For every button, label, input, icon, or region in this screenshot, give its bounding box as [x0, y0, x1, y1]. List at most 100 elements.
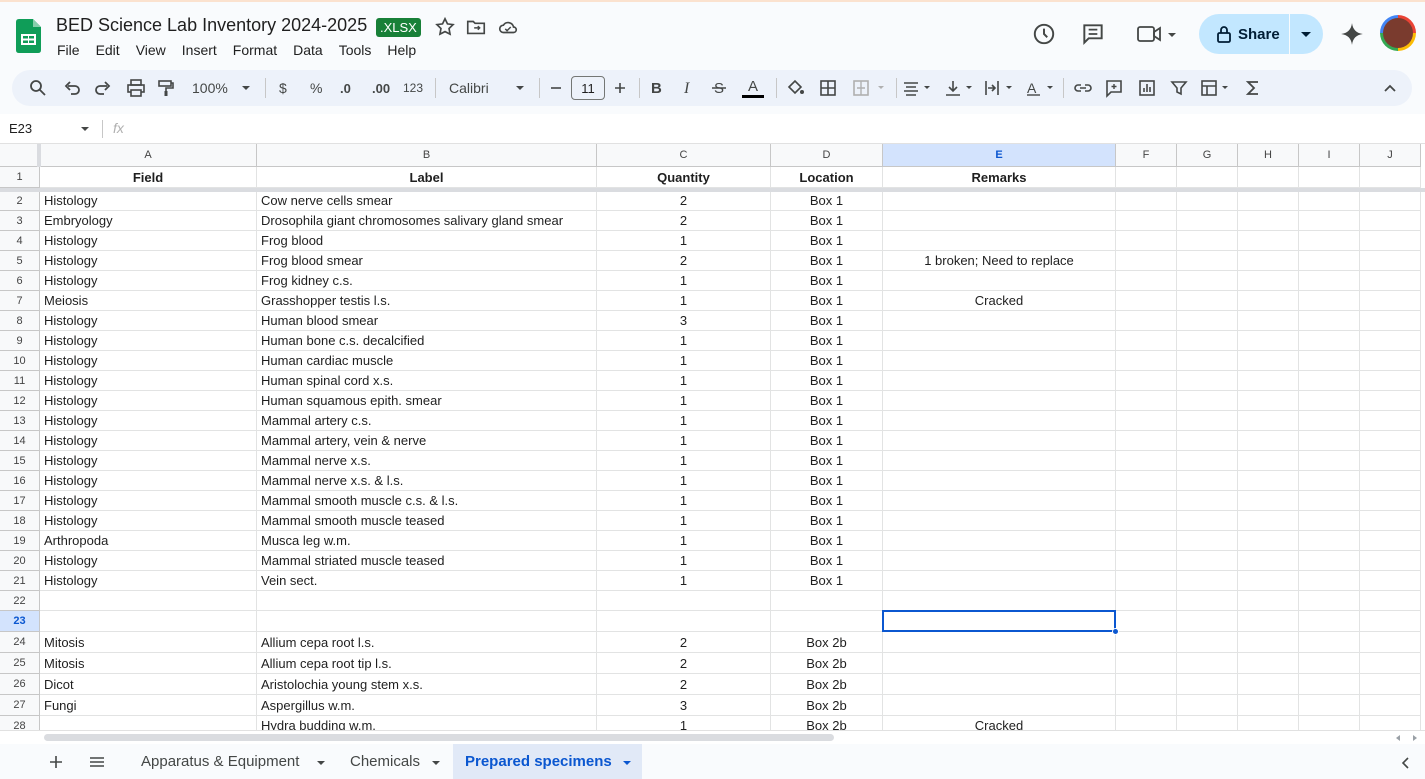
table-cell[interactable]: 1	[597, 291, 771, 311]
font-size-input[interactable]: 11	[571, 76, 605, 100]
frozen-row-divider[interactable]	[0, 188, 1425, 192]
tab-dropdown-icon[interactable]	[622, 759, 632, 767]
header-cell[interactable]	[1360, 167, 1421, 188]
table-cell[interactable]	[1238, 371, 1299, 391]
gemini-icon[interactable]	[1339, 21, 1365, 47]
frozen-column-divider[interactable]	[37, 144, 41, 167]
table-cell[interactable]	[1360, 716, 1421, 730]
horizontal-scrollbar[interactable]	[0, 730, 1425, 744]
row-header[interactable]: 3	[0, 211, 40, 231]
table-cell[interactable]	[1360, 653, 1421, 674]
column-header-f[interactable]: F	[1116, 144, 1177, 167]
meet-icon[interactable]	[1136, 21, 1178, 47]
table-cell[interactable]	[1238, 471, 1299, 491]
table-cell[interactable]: 2	[597, 653, 771, 674]
table-cell[interactable]	[771, 611, 883, 632]
table-cell[interactable]: Drosophila giant chromosomes salivary gl…	[257, 211, 597, 231]
table-cell[interactable]: 2	[597, 674, 771, 695]
table-cell[interactable]	[1177, 716, 1238, 730]
table-cell[interactable]: 3	[597, 695, 771, 716]
table-cell[interactable]	[1238, 191, 1299, 211]
row-header[interactable]: 4	[0, 231, 40, 251]
table-cell[interactable]: Histology	[40, 191, 257, 211]
table-cell[interactable]	[1238, 716, 1299, 730]
table-cell[interactable]: Histology	[40, 311, 257, 331]
table-cell[interactable]	[883, 371, 1116, 391]
table-cell[interactable]: Box 1	[771, 551, 883, 571]
zoom-select[interactable]: 100%	[192, 78, 228, 98]
table-cell[interactable]: Aristolochia young stem x.s.	[257, 674, 597, 695]
table-cell[interactable]: Cow nerve cells smear	[257, 191, 597, 211]
row-header[interactable]: 23	[0, 611, 40, 632]
table-cell[interactable]	[1177, 391, 1238, 411]
table-cell[interactable]	[1177, 311, 1238, 331]
table-cell[interactable]	[883, 551, 1116, 571]
column-header-e[interactable]: E	[883, 144, 1116, 167]
table-cell[interactable]: Fungi	[40, 695, 257, 716]
table-cell[interactable]: Box 1	[771, 191, 883, 211]
table-cell[interactable]	[1360, 491, 1421, 511]
table-cell[interactable]	[1238, 551, 1299, 571]
column-header-d[interactable]: D	[771, 144, 883, 167]
table-cell[interactable]	[1116, 611, 1177, 632]
table-cell[interactable]	[1116, 451, 1177, 471]
format-currency-button[interactable]: $	[279, 78, 287, 98]
table-cell[interactable]	[1116, 551, 1177, 571]
table-cell[interactable]	[1238, 491, 1299, 511]
table-cell[interactable]	[1177, 571, 1238, 591]
table-cell[interactable]	[1299, 511, 1360, 531]
table-cell[interactable]: Human bone c.s. decalcified	[257, 331, 597, 351]
table-cell[interactable]	[1238, 351, 1299, 371]
table-cell[interactable]: 1	[597, 351, 771, 371]
table-cell[interactable]	[1116, 431, 1177, 451]
table-cell[interactable]: 1	[597, 571, 771, 591]
table-cell[interactable]	[1299, 331, 1360, 351]
table-cell[interactable]: Box 1	[771, 451, 883, 471]
table-cell[interactable]	[1360, 311, 1421, 331]
select-all-corner[interactable]	[0, 144, 40, 167]
table-cell[interactable]: Cracked	[883, 716, 1116, 730]
share-dropdown-icon[interactable]	[1300, 29, 1312, 39]
fill-handle[interactable]	[1112, 628, 1119, 635]
account-avatar[interactable]	[1380, 15, 1416, 51]
table-cell[interactable]: Aspergillus w.m.	[257, 695, 597, 716]
table-cell[interactable]	[1360, 695, 1421, 716]
scroll-right-icon[interactable]	[1411, 734, 1419, 742]
table-cell[interactable]: Frog kidney c.s.	[257, 271, 597, 291]
table-cell[interactable]: Dicot	[40, 674, 257, 695]
insert-link-icon[interactable]	[1073, 78, 1093, 98]
row-header[interactable]: 5	[0, 251, 40, 271]
table-cell[interactable]: 1	[597, 391, 771, 411]
table-cell[interactable]: Mammal smooth muscle teased	[257, 511, 597, 531]
row-header[interactable]: 1	[0, 167, 40, 188]
table-cell[interactable]: Mammal striated muscle teased	[257, 551, 597, 571]
table-cell[interactable]	[1177, 674, 1238, 695]
table-cell[interactable]	[883, 231, 1116, 251]
table-cell[interactable]: Box 1	[771, 511, 883, 531]
format-percent-button[interactable]: %	[310, 78, 322, 98]
table-cell[interactable]	[1238, 331, 1299, 351]
table-cell[interactable]: Mitosis	[40, 632, 257, 653]
decrease-font-size-icon[interactable]	[549, 78, 563, 98]
table-cell[interactable]: Box 2b	[771, 716, 883, 730]
table-cell[interactable]	[1177, 371, 1238, 391]
header-cell[interactable]: Location	[771, 167, 883, 188]
text-rotation-icon[interactable]: A	[1025, 78, 1055, 98]
table-cell[interactable]: Histology	[40, 271, 257, 291]
table-cell[interactable]: Vein sect.	[257, 571, 597, 591]
table-cell[interactable]	[1238, 311, 1299, 331]
table-cell[interactable]	[1116, 411, 1177, 431]
table-cell[interactable]: Arthropoda	[40, 531, 257, 551]
header-cell[interactable]: Field	[40, 167, 257, 188]
row-header[interactable]: 28	[0, 716, 40, 730]
table-cell[interactable]	[1299, 191, 1360, 211]
table-cell[interactable]: 2	[597, 251, 771, 271]
table-cell[interactable]: 1	[597, 716, 771, 730]
more-formats-button[interactable]: 123	[403, 78, 423, 98]
header-cell[interactable]	[1238, 167, 1299, 188]
table-cell[interactable]	[1238, 291, 1299, 311]
table-cell[interactable]	[1177, 511, 1238, 531]
table-cell[interactable]	[1116, 471, 1177, 491]
bold-icon[interactable]: B	[648, 78, 664, 98]
table-cell[interactable]	[1116, 632, 1177, 653]
